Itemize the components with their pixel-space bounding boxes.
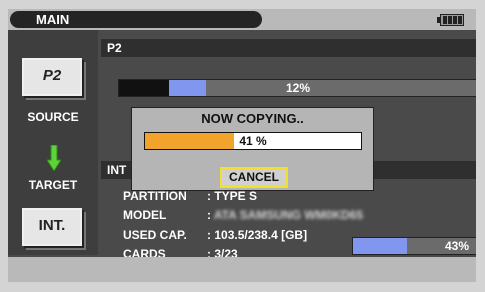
copy-dialog-title: NOW COPYING.. [201,111,304,126]
main-menu-tab[interactable]: MAIN [10,11,262,28]
partition-value: TYPE S [214,189,258,203]
partition-row: PARTITION: TYPE S [123,189,258,203]
used-cap-key: USED CAP. [123,228,187,242]
p2-header-label: P2 [107,41,122,55]
int-header-label: INT [107,163,127,177]
target-int-button[interactable]: INT. [22,208,82,246]
source-label: SOURCE [27,110,79,124]
used-cap-value: 103.5/238.4 [GB] [214,228,308,242]
battery-icon [437,14,464,26]
internal-drive-icon: INT. [38,217,66,234]
used-cap-row: USED CAP.: 103.5/238.4 [GB] [123,228,308,242]
left-panel: P2 SOURCE TARGET INT. [8,30,98,255]
p2-progress-bar: 12% [118,79,476,97]
copy-dialog: NOW COPYING.. 41 % CANCEL [131,107,374,191]
used-cap-bar: 43% [352,237,476,255]
cancel-button[interactable]: CANCEL [220,167,288,188]
p2-section-header: P2 [101,39,476,57]
copy-progress-bar: 41 % [144,132,362,150]
target-label: TARGET [28,178,78,192]
top-bar: MAIN [8,9,476,30]
bottom-bar [8,257,476,282]
p2-icon: P2 [42,67,62,84]
copy-progress-text: 41 % [239,134,267,148]
model-value: ATA SAMSUNG WM0KD65 [213,208,364,222]
down-arrow-icon [47,145,61,171]
partition-key: PARTITION [123,189,187,203]
model-row: MODEL: ATA SAMSUNG WM0KD65 [123,208,364,222]
main-menu-label: MAIN [36,12,70,27]
source-p2-button[interactable]: P2 [22,58,82,96]
screen: MAIN P2 SOURCE TARGET INT. P2 12% INT PA… [8,9,476,282]
p2-progress-text: 12% [285,81,311,95]
model-key: MODEL [123,208,167,222]
used-cap-percent: 43% [444,239,469,253]
